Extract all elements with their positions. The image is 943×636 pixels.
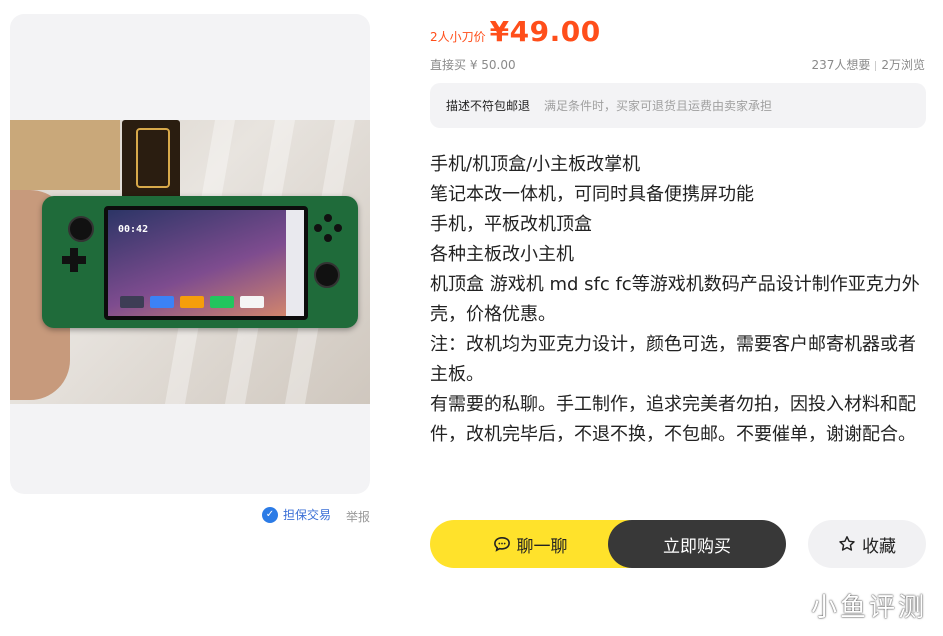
price-value: 49.00 — [509, 15, 601, 48]
report-link[interactable]: 举报 — [346, 508, 370, 525]
cardboard-box — [10, 120, 120, 190]
chat-button[interactable]: 聊一聊 — [430, 520, 630, 568]
app-tile — [240, 296, 264, 308]
favorite-button[interactable]: 收藏 — [808, 520, 926, 568]
left-stick — [68, 216, 94, 242]
decorative-stand — [122, 120, 180, 200]
price-row: 2人小刀价 ¥ 49.00 — [430, 15, 601, 48]
return-policy-banner[interactable]: 描述不符包邮退 满足条件时，买家可退货且运费由卖家承担 — [430, 83, 926, 128]
guarantee-icon: ✓ — [262, 506, 278, 523]
bargain-label: 2人小刀价 — [430, 30, 486, 44]
product-image-card[interactable]: 00:42 — [10, 14, 370, 494]
dpad — [62, 248, 86, 272]
buy-now-button[interactable]: 立即购买 — [608, 520, 786, 568]
guarantee-link[interactable]: ✓ 担保交易 — [262, 506, 331, 523]
handheld-console: 00:42 — [42, 196, 358, 328]
screen-side-panel — [286, 210, 304, 316]
product-description: 手机/机顶盒/小主板改掌机 笔记本改一体机，可同时具备便携屏功能 手机，平板改机… — [430, 150, 930, 450]
divider — [875, 60, 877, 71]
button-b — [324, 234, 332, 242]
description-line: 有需要的私聊。手工制作，追求完美者勿拍，因投入材料和配件，改机完毕后，不退不换，… — [430, 394, 916, 445]
right-stick — [314, 262, 340, 288]
product-photo[interactable]: 00:42 — [10, 120, 370, 404]
app-tile — [210, 296, 234, 308]
app-tile — [180, 296, 204, 308]
listing-stats: 237人想要 2万浏览 — [811, 56, 925, 73]
description-line: 手机/机顶盒/小主板改掌机 — [430, 154, 641, 175]
chat-label: 聊一聊 — [516, 536, 568, 557]
description-line: 手机，平板改机顶盒 — [430, 214, 592, 235]
screen-time: 00:42 — [118, 224, 149, 235]
favorite-label: 收藏 — [862, 536, 896, 557]
description-line: 机顶盒 游戏机 md sfc fc等游戏机数码产品设计制作亚克力外壳，价格优惠。 — [430, 274, 920, 325]
star-icon — [839, 536, 855, 551]
description-line: 笔记本改一体机，可同时具备便携屏功能 — [430, 184, 754, 205]
policy-desc: 满足条件时，买家可退货且运费由卖家承担 — [544, 99, 773, 113]
wants-count: 237人想要 — [811, 58, 871, 72]
chat-bubble-icon — [493, 536, 510, 552]
price-currency: ¥ — [489, 15, 510, 48]
buy-label: 立即购买 — [663, 536, 731, 557]
views-count: 2万浏览 — [881, 58, 925, 72]
policy-tag: 描述不符包邮退 — [446, 99, 531, 113]
button-x — [324, 214, 332, 222]
app-tile — [150, 296, 174, 308]
description-line: 各种主板改小主机 — [430, 244, 574, 265]
console-screen: 00:42 — [104, 206, 308, 320]
direct-buy-price: 直接买 ¥ 50.00 — [430, 58, 516, 72]
description-line: 注：改机均为亚克力设计，颜色可选，需要客户邮寄机器或者主板。 — [430, 334, 916, 385]
watermark: 小鱼评测 — [810, 593, 927, 623]
app-tile — [120, 296, 144, 308]
button-y — [314, 224, 322, 232]
guarantee-label: 担保交易 — [283, 508, 332, 522]
button-a — [334, 224, 342, 232]
